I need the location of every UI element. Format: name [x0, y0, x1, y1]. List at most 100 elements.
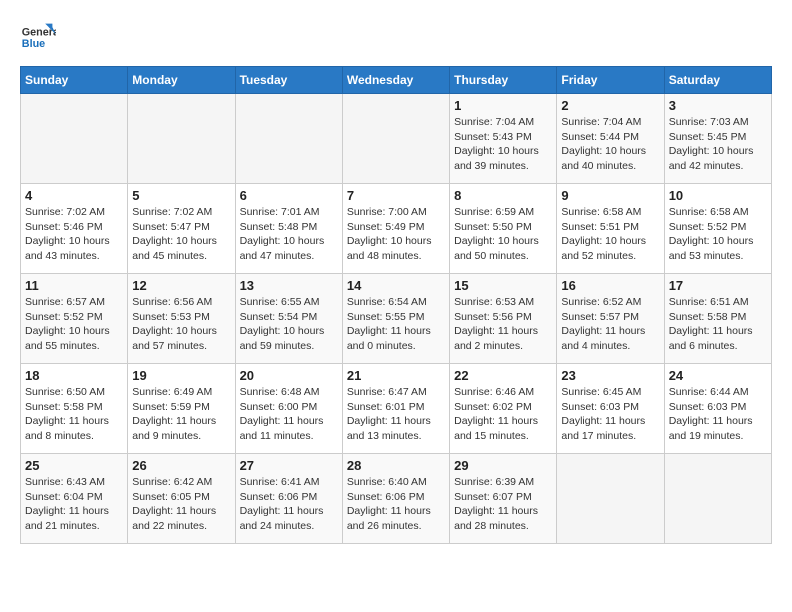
day-number: 27 — [240, 458, 338, 473]
day-cell — [664, 454, 771, 544]
day-number: 3 — [669, 98, 767, 113]
day-cell — [342, 94, 449, 184]
day-cell: 11 Sunrise: 6:57 AMSunset: 5:52 PMDayligh… — [21, 274, 128, 364]
day-info: Sunrise: 6:58 AMSunset: 5:51 PMDaylight:… — [561, 205, 659, 264]
day-info: Sunrise: 6:53 AMSunset: 5:56 PMDaylight:… — [454, 295, 552, 354]
header-cell-saturday: Saturday — [664, 67, 771, 94]
day-number: 18 — [25, 368, 123, 383]
day-cell: 24 Sunrise: 6:44 AMSunset: 6:03 PMDayligh… — [664, 364, 771, 454]
day-number: 17 — [669, 278, 767, 293]
day-info: Sunrise: 6:56 AMSunset: 5:53 PMDaylight:… — [132, 295, 230, 354]
header-row: SundayMondayTuesdayWednesdayThursdayFrid… — [21, 67, 772, 94]
week-row-1: 1 Sunrise: 7:04 AMSunset: 5:43 PMDaylight… — [21, 94, 772, 184]
day-info: Sunrise: 6:50 AMSunset: 5:58 PMDaylight:… — [25, 385, 123, 444]
day-cell: 7Sunrise: 7:00 AMSunset: 5:49 PMDaylight… — [342, 184, 449, 274]
day-number: 21 — [347, 368, 445, 383]
day-info: Sunrise: 7:01 AMSunset: 5:48 PMDaylight:… — [240, 205, 338, 264]
day-cell: 3 Sunrise: 7:03 AMSunset: 5:45 PMDaylight… — [664, 94, 771, 184]
day-number: 2 — [561, 98, 659, 113]
day-info: Sunrise: 6:57 AMSunset: 5:52 PMDaylight:… — [25, 295, 123, 354]
day-cell — [21, 94, 128, 184]
day-number: 9 — [561, 188, 659, 203]
day-cell: 1 Sunrise: 7:04 AMSunset: 5:43 PMDaylight… — [450, 94, 557, 184]
day-info: Sunrise: 6:41 AMSunset: 6:06 PMDaylight:… — [240, 475, 338, 534]
day-cell: 5Sunrise: 7:02 AMSunset: 5:47 PMDaylight… — [128, 184, 235, 274]
day-info: Sunrise: 6:51 AMSunset: 5:58 PMDaylight:… — [669, 295, 767, 354]
day-cell: 18 Sunrise: 6:50 AMSunset: 5:58 PMDayligh… — [21, 364, 128, 454]
day-number: 12 — [132, 278, 230, 293]
day-cell: 20 Sunrise: 6:48 AMSunset: 6:00 PMDayligh… — [235, 364, 342, 454]
day-info: Sunrise: 6:55 AMSunset: 5:54 PMDaylight:… — [240, 295, 338, 354]
header-cell-monday: Monday — [128, 67, 235, 94]
day-number: 29 — [454, 458, 552, 473]
day-cell: 23 Sunrise: 6:45 AMSunset: 6:03 PMDayligh… — [557, 364, 664, 454]
day-number: 11 — [25, 278, 123, 293]
day-info: Sunrise: 7:04 AMSunset: 5:44 PMDaylight:… — [561, 115, 659, 174]
day-number: 1 — [454, 98, 552, 113]
day-number: 24 — [669, 368, 767, 383]
day-number: 25 — [25, 458, 123, 473]
day-cell — [128, 94, 235, 184]
day-info: Sunrise: 7:03 AMSunset: 5:45 PMDaylight:… — [669, 115, 767, 174]
day-cell — [235, 94, 342, 184]
day-number: 15 — [454, 278, 552, 293]
logo-icon: General Blue — [20, 20, 56, 56]
header-cell-thursday: Thursday — [450, 67, 557, 94]
day-cell: 28 Sunrise: 6:40 AMSunset: 6:06 PMDayligh… — [342, 454, 449, 544]
day-number: 28 — [347, 458, 445, 473]
day-info: Sunrise: 6:40 AMSunset: 6:06 PMDaylight:… — [347, 475, 445, 534]
svg-text:Blue: Blue — [22, 38, 45, 50]
day-info: Sunrise: 6:52 AMSunset: 5:57 PMDaylight:… — [561, 295, 659, 354]
calendar-header: SundayMondayTuesdayWednesdayThursdayFrid… — [21, 67, 772, 94]
header-cell-friday: Friday — [557, 67, 664, 94]
day-cell: 14 Sunrise: 6:54 AMSunset: 5:55 PMDayligh… — [342, 274, 449, 364]
logo: General Blue — [20, 20, 60, 56]
day-cell — [557, 454, 664, 544]
day-cell: 6 Sunrise: 7:01 AMSunset: 5:48 PMDaylight… — [235, 184, 342, 274]
day-info: Sunrise: 6:49 AMSunset: 5:59 PMDaylight:… — [132, 385, 230, 444]
day-number: 14 — [347, 278, 445, 293]
day-info: Sunrise: 6:58 AMSunset: 5:52 PMDaylight:… — [669, 205, 767, 264]
day-cell: 15 Sunrise: 6:53 AMSunset: 5:56 PMDayligh… — [450, 274, 557, 364]
day-cell: 26Sunrise: 6:42 AMSunset: 6:05 PMDayligh… — [128, 454, 235, 544]
day-cell: 17 Sunrise: 6:51 AMSunset: 5:58 PMDayligh… — [664, 274, 771, 364]
day-cell: 13 Sunrise: 6:55 AMSunset: 5:54 PMDayligh… — [235, 274, 342, 364]
week-row-5: 25 Sunrise: 6:43 AMSunset: 6:04 PMDayligh… — [21, 454, 772, 544]
day-info: Sunrise: 6:47 AMSunset: 6:01 PMDaylight:… — [347, 385, 445, 444]
day-number: 20 — [240, 368, 338, 383]
day-cell: 9 Sunrise: 6:58 AMSunset: 5:51 PMDaylight… — [557, 184, 664, 274]
day-cell: 2 Sunrise: 7:04 AMSunset: 5:44 PMDaylight… — [557, 94, 664, 184]
day-info: Sunrise: 6:44 AMSunset: 6:03 PMDaylight:… — [669, 385, 767, 444]
day-number: 6 — [240, 188, 338, 203]
day-info: Sunrise: 6:43 AMSunset: 6:04 PMDaylight:… — [25, 475, 123, 534]
day-info: Sunrise: 7:02 AMSunset: 5:46 PMDaylight:… — [25, 205, 123, 264]
page-header: General Blue — [20, 20, 772, 56]
header-cell-wednesday: Wednesday — [342, 67, 449, 94]
week-row-2: 4Sunrise: 7:02 AMSunset: 5:46 PMDaylight… — [21, 184, 772, 274]
day-number: 8 — [454, 188, 552, 203]
day-number: 16 — [561, 278, 659, 293]
day-number: 23 — [561, 368, 659, 383]
day-number: 22 — [454, 368, 552, 383]
day-cell: 8 Sunrise: 6:59 AMSunset: 5:50 PMDaylight… — [450, 184, 557, 274]
day-cell: 4Sunrise: 7:02 AMSunset: 5:46 PMDaylight… — [21, 184, 128, 274]
week-row-3: 11 Sunrise: 6:57 AMSunset: 5:52 PMDayligh… — [21, 274, 772, 364]
day-info: Sunrise: 6:48 AMSunset: 6:00 PMDaylight:… — [240, 385, 338, 444]
day-number: 5 — [132, 188, 230, 203]
day-cell: 10Sunrise: 6:58 AMSunset: 5:52 PMDayligh… — [664, 184, 771, 274]
day-cell: 25 Sunrise: 6:43 AMSunset: 6:04 PMDayligh… — [21, 454, 128, 544]
calendar-table: SundayMondayTuesdayWednesdayThursdayFrid… — [20, 66, 772, 544]
day-info: Sunrise: 6:59 AMSunset: 5:50 PMDaylight:… — [454, 205, 552, 264]
day-info: Sunrise: 7:04 AMSunset: 5:43 PMDaylight:… — [454, 115, 552, 174]
day-cell: 27 Sunrise: 6:41 AMSunset: 6:06 PMDayligh… — [235, 454, 342, 544]
day-number: 13 — [240, 278, 338, 293]
header-cell-sunday: Sunday — [21, 67, 128, 94]
day-cell: 12 Sunrise: 6:56 AMSunset: 5:53 PMDayligh… — [128, 274, 235, 364]
day-cell: 29Sunrise: 6:39 AMSunset: 6:07 PMDayligh… — [450, 454, 557, 544]
day-cell: 22Sunrise: 6:46 AMSunset: 6:02 PMDayligh… — [450, 364, 557, 454]
day-cell: 19Sunrise: 6:49 AMSunset: 5:59 PMDayligh… — [128, 364, 235, 454]
day-info: Sunrise: 6:45 AMSunset: 6:03 PMDaylight:… — [561, 385, 659, 444]
day-number: 7 — [347, 188, 445, 203]
day-info: Sunrise: 6:54 AMSunset: 5:55 PMDaylight:… — [347, 295, 445, 354]
day-cell: 21 Sunrise: 6:47 AMSunset: 6:01 PMDayligh… — [342, 364, 449, 454]
